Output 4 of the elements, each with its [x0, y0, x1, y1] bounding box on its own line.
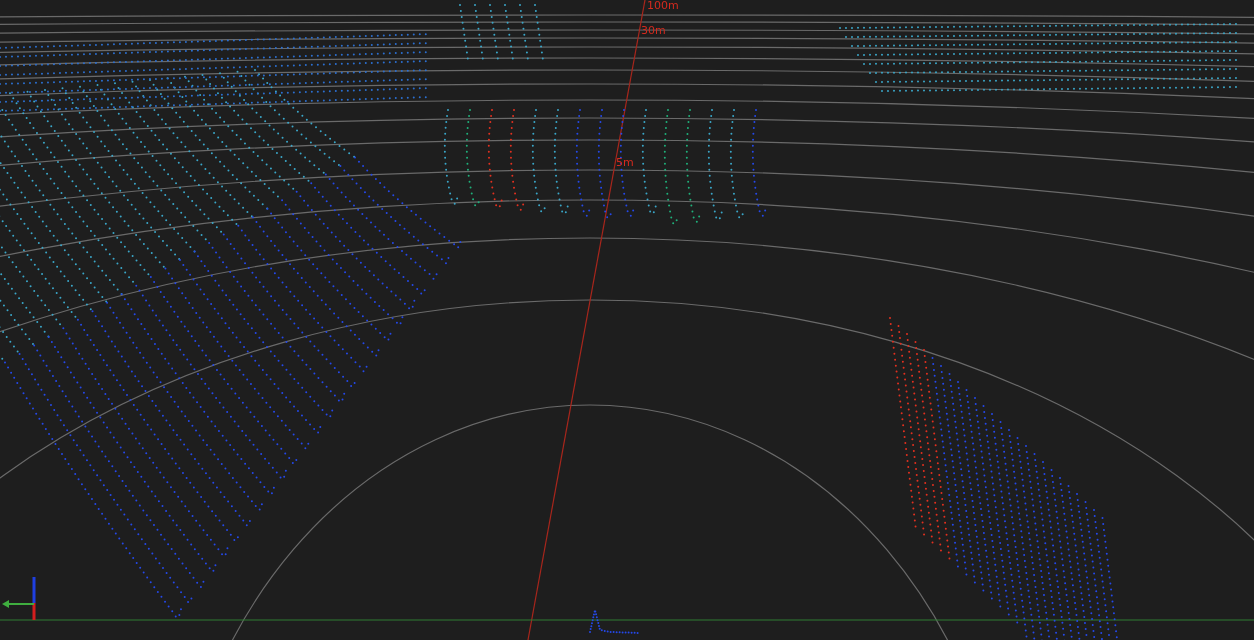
distance-label: 100m [647, 0, 679, 12]
axis-gizmo-icon [2, 577, 36, 620]
distance-label: 5m [616, 157, 634, 169]
distance-label: 30m [641, 25, 666, 37]
